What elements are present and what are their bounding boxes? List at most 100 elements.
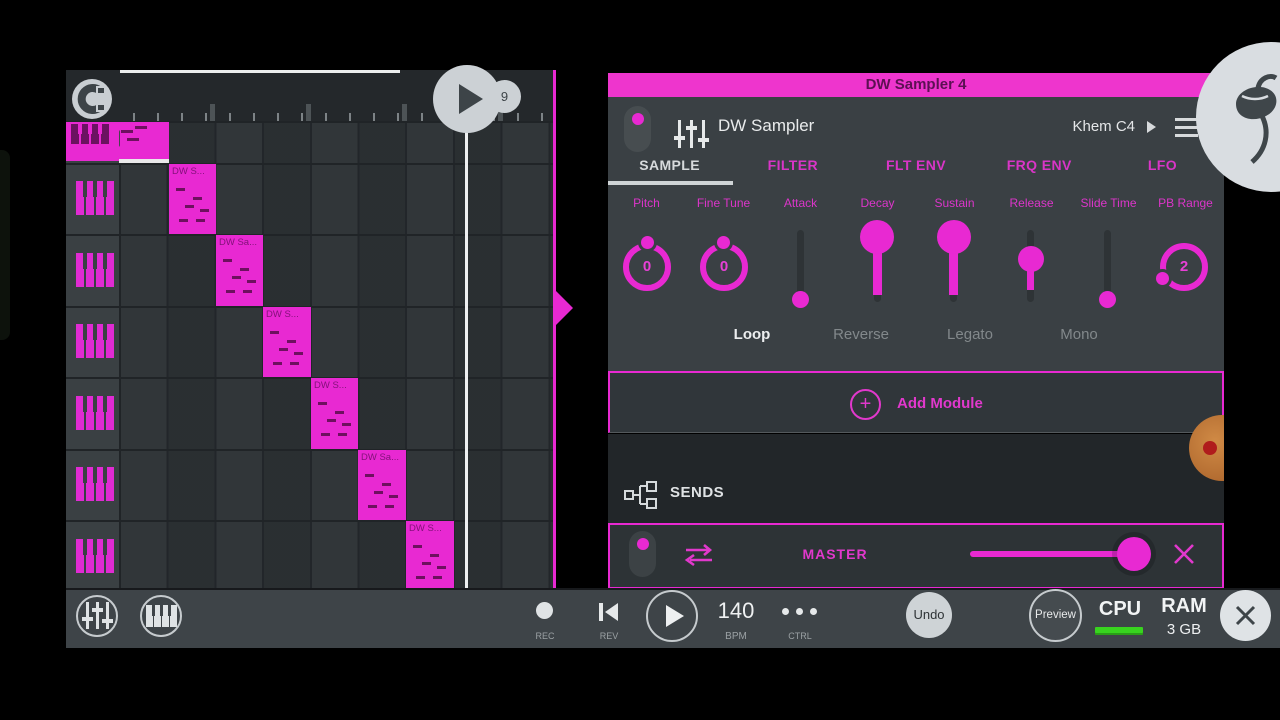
pattern-clip[interactable] bbox=[119, 122, 169, 159]
play-button[interactable] bbox=[646, 590, 698, 642]
track-header-1-selected[interactable] bbox=[66, 122, 119, 161]
bpm-label: BPM bbox=[725, 631, 747, 642]
piano-roll-icon[interactable] bbox=[74, 181, 116, 215]
param-labels: Pitch Fine Tune Attack Decay Sustain Rel… bbox=[608, 196, 1224, 212]
pattern-clip[interactable]: DW S... bbox=[263, 307, 311, 377]
piano-roll-icon[interactable] bbox=[74, 539, 116, 573]
active-tab-underline bbox=[608, 181, 733, 185]
menu-icon[interactable] bbox=[1175, 118, 1198, 138]
master-send-label: MASTER bbox=[802, 546, 868, 562]
preset-name[interactable]: Khem C4 bbox=[1030, 118, 1135, 135]
pitch-knob-marker bbox=[638, 233, 657, 252]
slide-time-slider-thumb[interactable] bbox=[1099, 291, 1116, 308]
legato-toggle[interactable]: Legato bbox=[947, 326, 993, 343]
pattern-clip[interactable]: DW S... bbox=[311, 378, 358, 449]
row-divider bbox=[66, 306, 556, 308]
edge-artifact bbox=[0, 150, 10, 340]
tab-frq-env[interactable]: FRQ ENV bbox=[978, 153, 1101, 181]
row-divider bbox=[66, 520, 556, 522]
pattern-clip[interactable]: DW S... bbox=[406, 521, 454, 588]
playhead-line[interactable] bbox=[465, 122, 468, 588]
loop-toggle[interactable]: Loop bbox=[734, 326, 771, 343]
piano-roll-icon[interactable] bbox=[74, 467, 116, 501]
panel-expand-arrow-icon[interactable] bbox=[556, 291, 573, 325]
undo-button[interactable]: Undo bbox=[906, 592, 952, 638]
panel-gap bbox=[556, 70, 608, 588]
preview-button[interactable]: Preview bbox=[1029, 589, 1082, 642]
master-level-slider[interactable] bbox=[970, 551, 1135, 557]
decay-slider-thumb[interactable] bbox=[860, 220, 894, 254]
tab-sample[interactable]: SAMPLE bbox=[608, 153, 731, 181]
toggle-dot bbox=[636, 538, 649, 550]
tab-filter[interactable]: FILTER bbox=[731, 153, 854, 181]
preset-next-arrow-icon[interactable] bbox=[1147, 121, 1156, 133]
clip-label: DW Sa... bbox=[361, 452, 400, 463]
clip-selection-underline bbox=[119, 159, 169, 163]
master-enable-toggle[interactable] bbox=[629, 531, 656, 577]
piano-keys-icon bbox=[146, 605, 177, 627]
row-divider bbox=[66, 234, 556, 236]
param-label-sustain: Sustain bbox=[934, 196, 975, 210]
sustain-slider-thumb[interactable] bbox=[937, 220, 971, 254]
mixer-sliders-icon bbox=[82, 602, 113, 629]
ram-label: RAM bbox=[1161, 595, 1207, 617]
screen: DW S... DW Sa... DW S... DW S... DW Sa..… bbox=[0, 0, 1280, 720]
attack-slider-thumb[interactable] bbox=[792, 291, 809, 308]
panel-title-bar[interactable]: DW Sampler 4 bbox=[608, 73, 1224, 97]
sampler-tabs: SAMPLE FILTER FLT ENV FRQ ENV LFO bbox=[608, 153, 1224, 181]
swap-arrows-icon[interactable] bbox=[682, 543, 716, 567]
tab-flt-env[interactable]: FLT ENV bbox=[854, 153, 977, 181]
row-divider bbox=[66, 449, 556, 451]
play-icon bbox=[459, 84, 483, 114]
pattern-clip[interactable]: DW Sa... bbox=[216, 235, 263, 306]
record-button[interactable] bbox=[536, 602, 553, 619]
param-label-attack: Attack bbox=[783, 196, 818, 210]
playhead-handle[interactable] bbox=[433, 65, 501, 133]
close-app-button[interactable] bbox=[1220, 590, 1271, 641]
pattern-clip[interactable]: DW Sa... bbox=[358, 450, 406, 520]
param-label-pb-range: PB Range bbox=[1158, 196, 1213, 210]
mixer-sliders-icon bbox=[674, 120, 709, 148]
bpm-value[interactable]: 140 bbox=[708, 598, 764, 624]
clip-label: DW S... bbox=[409, 523, 442, 534]
snap-button[interactable] bbox=[72, 79, 112, 119]
param-label-decay: Decay bbox=[860, 196, 895, 210]
sends-routing-icon bbox=[624, 481, 657, 509]
ram-value: 3 GB bbox=[1166, 621, 1202, 638]
piano-roll-icon[interactable] bbox=[74, 324, 116, 358]
pattern-clip[interactable]: DW S... bbox=[169, 164, 216, 234]
module-enable-toggle[interactable] bbox=[624, 106, 651, 152]
piano-roll-icon[interactable] bbox=[74, 396, 116, 430]
fl-fly-icon bbox=[1236, 73, 1278, 164]
reverse-toggle[interactable]: Reverse bbox=[833, 326, 889, 343]
magnet-icon bbox=[77, 84, 104, 114]
close-icon bbox=[1235, 605, 1256, 626]
piano-roll-icon[interactable] bbox=[74, 253, 116, 287]
pb-range-knob-marker bbox=[1153, 269, 1172, 288]
recorder-overlay-clip bbox=[1124, 400, 1224, 500]
plus-icon[interactable]: + bbox=[850, 389, 881, 420]
release-slider-thumb[interactable] bbox=[1018, 246, 1044, 272]
sends-section-label: SENDS bbox=[670, 484, 725, 501]
rewind-icon[interactable] bbox=[598, 602, 620, 622]
mono-toggle[interactable]: Mono bbox=[1060, 326, 1098, 343]
toggle-dot bbox=[631, 113, 644, 125]
clip-label: DW S... bbox=[266, 309, 299, 320]
ctrl-label: CTRL bbox=[788, 631, 812, 641]
row-divider bbox=[66, 163, 556, 165]
mixer-view-button[interactable] bbox=[76, 595, 118, 637]
keyboard-view-button[interactable] bbox=[140, 595, 182, 637]
cpu-label: CPU bbox=[1098, 598, 1142, 620]
rec-label: REC bbox=[535, 631, 555, 641]
clip-label: DW S... bbox=[172, 166, 205, 177]
scroll-position-indicator bbox=[120, 70, 400, 73]
master-level-thumb[interactable] bbox=[1117, 537, 1151, 571]
param-label-release: Release bbox=[1009, 196, 1054, 210]
playlist-right-edge bbox=[553, 70, 556, 588]
add-module-label[interactable]: Add Module bbox=[897, 395, 983, 412]
clip-label: DW S... bbox=[314, 380, 347, 391]
param-label-pitch: Pitch bbox=[633, 196, 660, 210]
close-icon[interactable] bbox=[1171, 541, 1197, 567]
param-label-slide-time: Slide Time bbox=[1080, 196, 1137, 210]
play-icon bbox=[666, 605, 684, 627]
